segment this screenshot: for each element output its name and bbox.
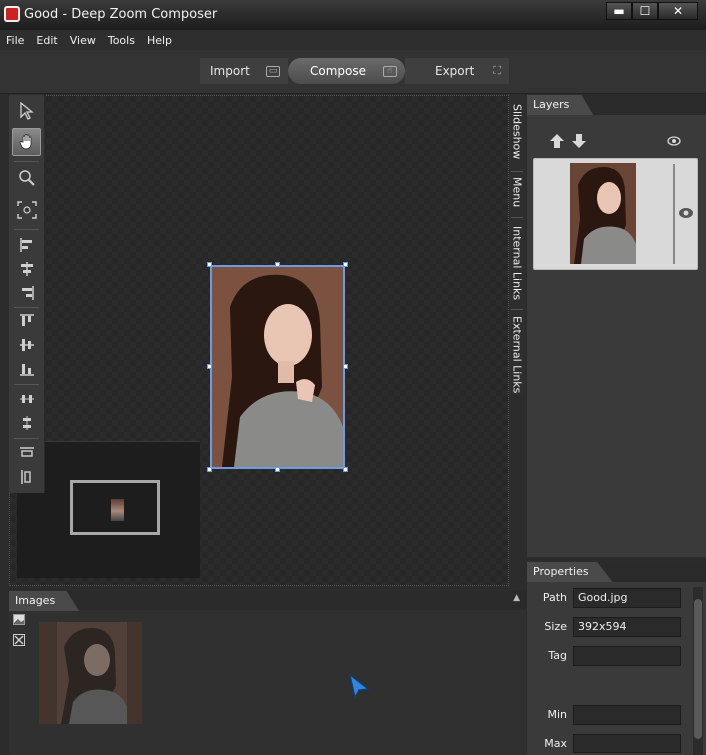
menu-file[interactable]: File [0, 34, 30, 47]
size-label: Size [544, 620, 567, 633]
tag-label: Tag [548, 649, 567, 662]
scrollbar-thumb[interactable] [694, 599, 702, 739]
tab-slideshow-label: Slideshow [510, 104, 524, 160]
menu-view[interactable]: View [64, 34, 102, 47]
move-down-icon[interactable] [571, 133, 587, 149]
remove-image-icon[interactable] [13, 634, 25, 646]
move-up-icon[interactable] [549, 133, 565, 149]
min-label: Min [547, 708, 567, 721]
window-controls: ▬ ☐ ✕ [606, 2, 698, 20]
align-bottom-icon[interactable] [12, 355, 41, 383]
menu-edit[interactable]: Edit [30, 34, 63, 47]
tab-menu-label: Menu [510, 176, 524, 208]
compose-icon: ☝ [383, 65, 397, 77]
resize-height-icon[interactable] [12, 463, 41, 491]
mode-bar: Import ▭ Compose ☝ Export ⛶ [0, 50, 706, 94]
tab-slideshow[interactable]: Slideshow [509, 101, 525, 163]
images-panel: Images ▲ [9, 591, 526, 755]
properties-tab[interactable]: Properties [527, 562, 613, 582]
compose-mode-label: Compose [310, 64, 367, 78]
compose-mode-button[interactable]: Compose ☝ [288, 58, 405, 84]
export-mode-button[interactable]: Export ⛶ [405, 58, 509, 84]
resize-handle[interactable] [343, 467, 348, 472]
properties-header: Properties [527, 562, 706, 582]
layers-header: Layers [527, 95, 706, 115]
layers-tab[interactable]: Layers [527, 95, 594, 115]
properties-scrollbar[interactable] [693, 587, 703, 755]
size-field[interactable]: 392x594 [573, 617, 681, 637]
images-header: Images ▲ [9, 591, 526, 611]
maximize-button[interactable]: ☐ [632, 2, 658, 20]
tab-external-links[interactable]: External Links [509, 315, 525, 395]
layer-item[interactable] [533, 158, 698, 270]
align-right-icon[interactable] [12, 279, 41, 307]
images-tab[interactable]: Images [9, 591, 80, 611]
navigator-image-thumb [111, 499, 124, 521]
max-label: Max [544, 737, 567, 750]
visibility-eye-icon[interactable] [667, 135, 681, 147]
side-tabs: Slideshow Menu Internal Links External L… [509, 95, 525, 395]
image-thumbnail[interactable] [39, 622, 142, 724]
path-field[interactable]: Good.jpg [573, 588, 681, 608]
tag-field[interactable] [573, 646, 681, 666]
portrait-photo [212, 267, 343, 467]
minimize-button[interactable]: ▬ [606, 2, 632, 20]
layers-panel: Layers [527, 95, 706, 557]
add-image-icon[interactable] [13, 614, 25, 625]
tab-divider [511, 217, 523, 218]
import-icon: ▭ [266, 65, 280, 77]
min-field[interactable] [573, 705, 681, 725]
resize-handle[interactable] [343, 364, 348, 369]
tab-menu[interactable]: Menu [509, 175, 525, 209]
import-mode-button[interactable]: Import ▭ [200, 58, 288, 84]
window-title: Good - Deep Zoom Composer [24, 7, 218, 22]
resize-handle[interactable] [275, 262, 280, 267]
layer-thumbnail [570, 163, 636, 264]
export-icon: ⛶ [493, 64, 501, 77]
close-button[interactable]: ✕ [658, 2, 698, 20]
export-mode-label: Export [435, 64, 475, 78]
collapse-icon[interactable]: ▲ [513, 593, 520, 603]
tab-external-links-label: External Links [510, 316, 524, 394]
layer-divider [673, 164, 675, 264]
toolbar-divider [14, 161, 39, 162]
menu-bar: File Edit View Tools Help [0, 30, 706, 50]
toolbar-divider [14, 229, 39, 230]
select-arrow-icon[interactable] [12, 97, 41, 125]
properties-panel: Properties Path Good.jpg Size 392x594 Ta… [527, 562, 706, 755]
title-bar: Good - Deep Zoom Composer ▬ ☐ ✕ [0, 0, 706, 31]
tab-divider [511, 171, 523, 172]
distribute-vertical-icon[interactable] [12, 409, 41, 437]
max-field[interactable] [573, 734, 681, 753]
layer-visibility-eye-icon[interactable] [678, 206, 694, 220]
menu-help[interactable]: Help [141, 34, 178, 47]
tab-internal-links-label: Internal Links [510, 225, 524, 301]
tab-divider [511, 309, 523, 310]
mouse-cursor-icon [349, 673, 370, 699]
compose-toolbar [9, 95, 45, 493]
zoom-icon[interactable] [12, 164, 41, 192]
tab-internal-links[interactable]: Internal Links [509, 223, 525, 303]
resize-handle[interactable] [343, 262, 348, 267]
pan-hand-icon[interactable] [12, 128, 41, 156]
path-label: Path [542, 591, 567, 604]
resize-handle[interactable] [207, 364, 212, 369]
selected-image[interactable] [207, 262, 348, 472]
resize-handle[interactable] [207, 262, 212, 267]
import-mode-label: Import [210, 64, 250, 78]
resize-handle[interactable] [207, 467, 212, 472]
menu-tools[interactable]: Tools [102, 34, 141, 47]
app-logo-icon [4, 6, 20, 22]
resize-handle[interactable] [275, 467, 280, 472]
fit-to-screen-icon[interactable] [12, 196, 41, 224]
